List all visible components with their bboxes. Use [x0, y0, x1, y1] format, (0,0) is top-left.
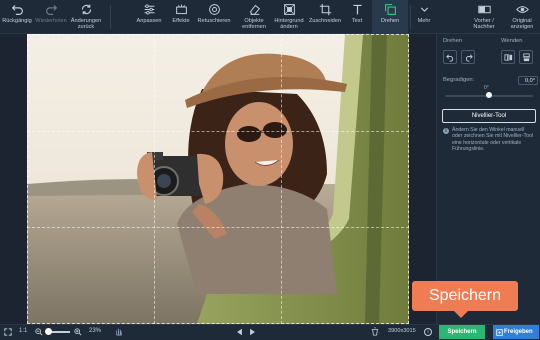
redo-label: Wiederholen — [35, 18, 67, 24]
redo-button[interactable]: Wiederholen — [34, 0, 68, 34]
flip-horizontal-icon — [503, 53, 512, 61]
effects-icon — [175, 4, 187, 15]
sliders-icon — [144, 4, 154, 15]
before-after-label: Vorher / Nachher — [473, 18, 495, 30]
retouch-icon — [208, 4, 220, 15]
toolbar-divider — [410, 5, 411, 29]
zoom-percent: 23% — [89, 328, 102, 334]
tab-text-label: Text — [351, 18, 363, 24]
show-original-button[interactable]: Original anzeigen — [505, 0, 539, 34]
before-after-icon — [477, 5, 491, 14]
tab-rotate[interactable]: Drehen — [372, 0, 408, 34]
flip-vertical-icon — [522, 52, 530, 61]
tab-retouch-label: Retuschieren — [197, 18, 231, 24]
tab-adjust[interactable]: Anpassen — [133, 0, 165, 34]
info-icon: i — [443, 128, 449, 134]
tab-effects-label: Effekte — [172, 18, 190, 24]
more-label: Mehr — [417, 18, 431, 24]
angle-input[interactable]: 0,0° — [518, 76, 538, 85]
undo-button[interactable]: Rückgängig — [2, 0, 32, 34]
redo-icon — [45, 5, 57, 15]
tab-change-background[interactable]: Hintergrund ändern — [272, 0, 306, 34]
tab-change-background-label: Hintergrund ändern — [274, 18, 304, 30]
toolbar-divider — [110, 5, 111, 29]
tab-remove-objects[interactable]: Objekte entfernen — [238, 0, 270, 34]
leveling-tool-button[interactable]: Nivellier-Tool — [442, 109, 536, 123]
leveling-info-text: Ändern Sie den Winkel manuell oder zeich… — [452, 127, 534, 152]
tab-effects[interactable]: Effekte — [168, 0, 194, 34]
top-toolbar: Rückgängig Wiederholen Änderungen zurück… — [0, 0, 540, 34]
tab-rotate-label: Drehen — [380, 18, 400, 24]
revert-changes-label: Änderungen zurück — [70, 18, 102, 30]
straighten-slider-thumb[interactable] — [486, 92, 492, 98]
flip-vertical-button[interactable] — [519, 50, 533, 64]
text-icon — [352, 4, 362, 15]
fullscreen-icon[interactable] — [4, 328, 12, 336]
rotate-icon — [384, 4, 396, 15]
share-label: Freigeben — [504, 329, 533, 335]
next-image-icon[interactable] — [249, 328, 256, 336]
save-button[interactable]: Speichern — [439, 325, 485, 339]
trash-icon[interactable] — [371, 327, 379, 336]
tab-adjust-label: Anpassen — [136, 18, 162, 24]
revert-icon — [81, 4, 91, 15]
rotate-right-icon — [465, 53, 473, 62]
grid-line-vertical — [154, 34, 155, 324]
image-dimensions: 3900x3015 — [388, 328, 416, 334]
rotate-left-button[interactable] — [443, 50, 457, 64]
undo-icon — [11, 5, 23, 15]
rotate-section-label: Drehen — [443, 38, 463, 44]
save-tooltip-pointer — [454, 311, 468, 318]
hand-tool-icon[interactable] — [114, 327, 123, 336]
grid-line-horizontal — [27, 227, 409, 228]
slider-zero-label: 0° — [484, 85, 489, 91]
before-after-button[interactable]: Vorher / Nachher — [468, 0, 500, 34]
share-button[interactable]: Freigeben — [493, 325, 539, 339]
tab-retouch[interactable]: Retuschieren — [196, 0, 232, 34]
save-tooltip: Speichern — [412, 281, 518, 311]
actual-size-button[interactable]: 1:1 — [19, 328, 27, 334]
undo-label: Rückgängig — [2, 18, 32, 24]
crop-icon — [319, 3, 331, 16]
tab-text[interactable]: Text — [346, 0, 368, 34]
chevron-down-icon — [420, 7, 428, 12]
flip-horizontal-button[interactable] — [501, 50, 515, 64]
image-info-icon[interactable]: i — [424, 328, 432, 336]
revert-changes-button[interactable]: Änderungen zurück — [68, 0, 104, 34]
flip-section-label: Wenden — [501, 38, 523, 44]
crop-frame[interactable] — [27, 34, 409, 324]
grid-line-horizontal — [27, 131, 409, 132]
tab-crop[interactable]: Zuschneiden — [306, 0, 344, 34]
background-icon — [283, 4, 295, 15]
zoom-in-icon[interactable] — [74, 328, 82, 336]
straighten-label: Begradigen: — [443, 77, 475, 83]
tab-crop-label: Zuschneiden — [308, 18, 342, 24]
rotate-left-icon — [445, 53, 453, 62]
more-button[interactable]: Mehr — [413, 0, 435, 34]
share-icon — [496, 329, 503, 336]
grid-line-vertical — [281, 34, 282, 324]
previous-image-icon[interactable] — [236, 328, 243, 336]
zoom-slider-thumb[interactable] — [45, 328, 52, 335]
tab-remove-objects-label: Objekte entfernen — [242, 18, 266, 30]
eye-icon — [515, 6, 529, 13]
zoom-out-icon[interactable] — [35, 328, 43, 336]
show-original-label: Original anzeigen — [510, 18, 534, 30]
image-canvas[interactable] — [0, 34, 436, 324]
eraser-icon — [249, 4, 260, 15]
rotate-right-button[interactable] — [461, 50, 475, 64]
